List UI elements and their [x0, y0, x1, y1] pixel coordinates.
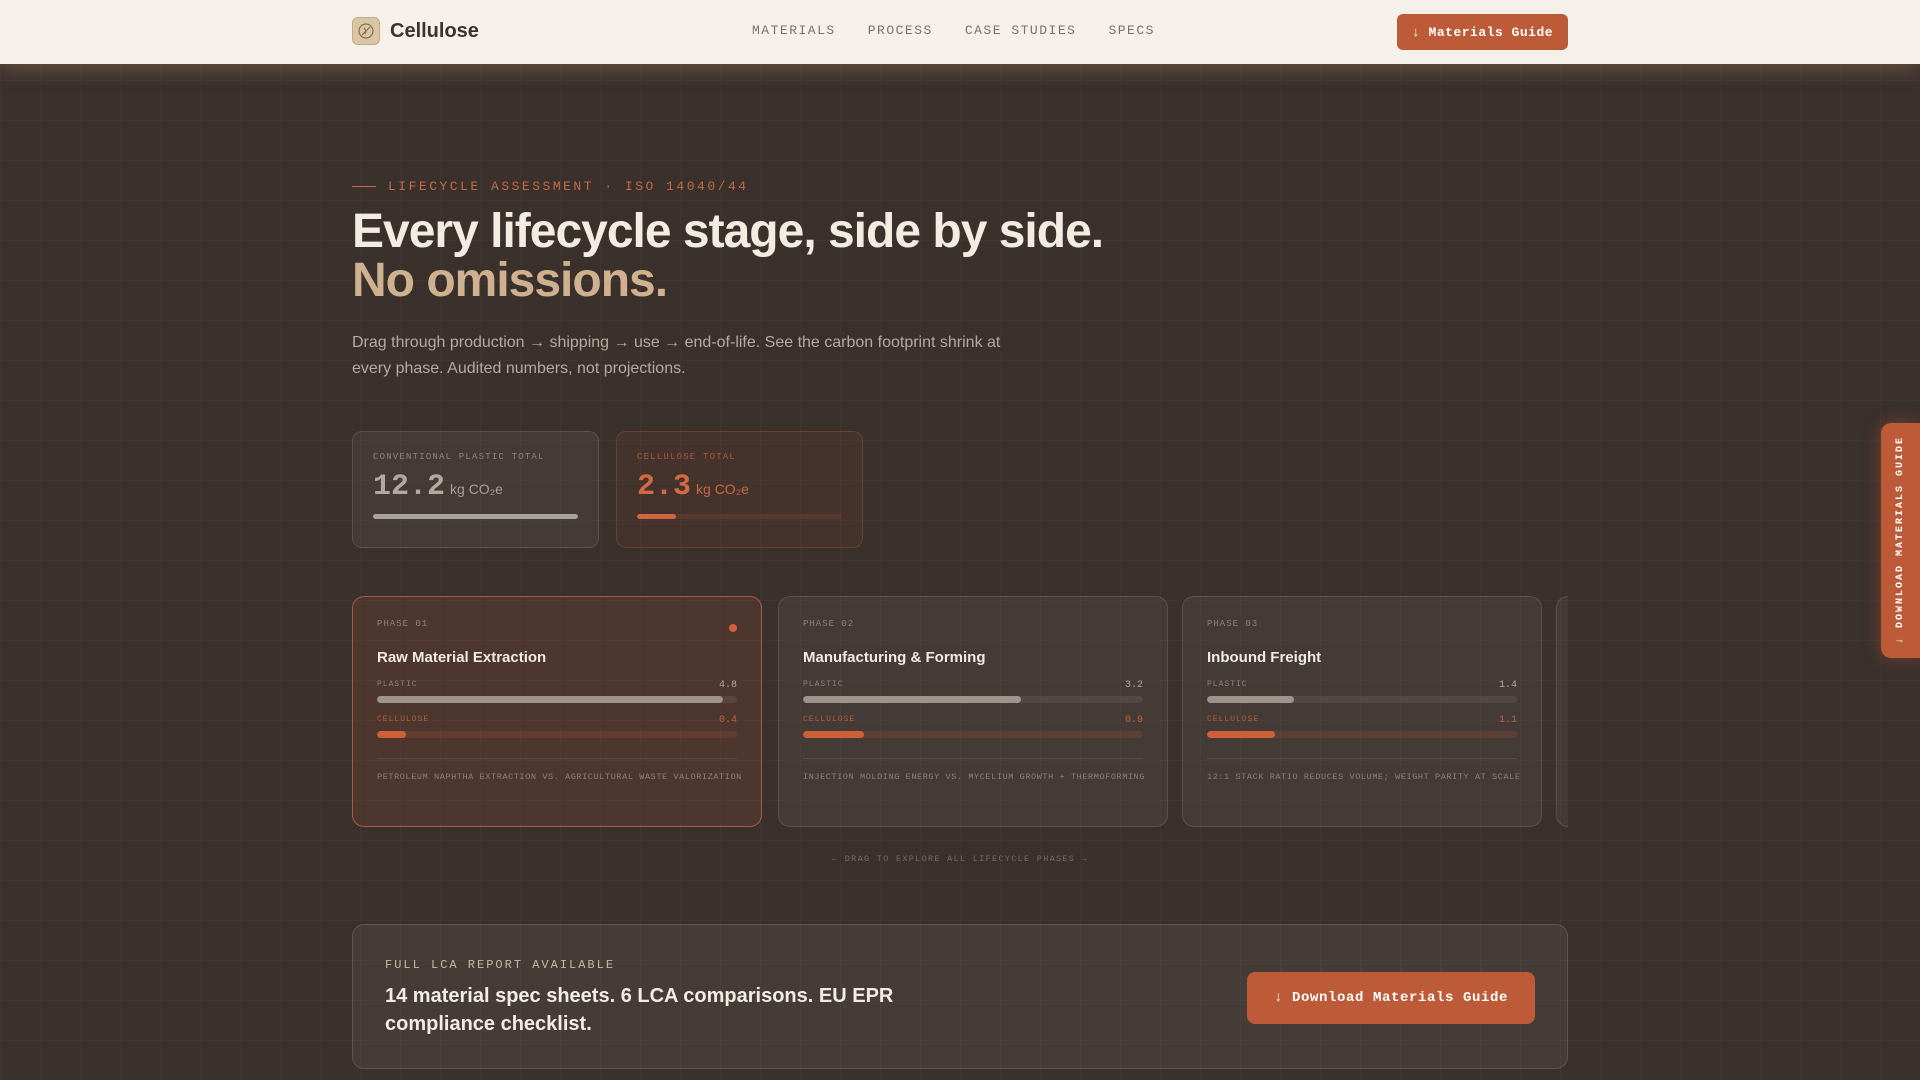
hero-title-accent: No omissions. — [352, 254, 668, 307]
plastic-label: PLASTIC — [377, 680, 418, 689]
nav-link-case-studies[interactable]: CASE STUDIES — [965, 23, 1077, 38]
phase-card-01[interactable]: PHASE 01 Raw Material Extraction PLASTIC… — [352, 596, 762, 827]
plastic-metric-head: PLASTIC 3.2 — [803, 680, 1143, 691]
cellulose-metric-head: CELLULOSE 1.1 — [1207, 715, 1517, 726]
drag-hint: ← DRAG TO EXPLORE ALL LIFECYCLE PHASES → — [831, 854, 1089, 864]
nav-links: MATERIALS PROCESS CASE STUDIES SPECS — [752, 23, 1155, 38]
hero-lead: Drag through production → shipping → use… — [352, 334, 1001, 377]
cellulose-value: 1.1 — [1498, 715, 1517, 726]
plastic-bar — [377, 696, 737, 703]
phase-title: Inbound Freight — [1207, 649, 1322, 666]
cellulose-metric-head: CELLULOSE 0.4 — [377, 715, 737, 726]
cellulose-label: CELLULOSE — [377, 715, 430, 724]
cellulose-total-value-row: 2.3 kg CO₂e — [637, 470, 842, 504]
side-tab-label: ↓ DOWNLOAD MATERIALS GUIDE — [1895, 436, 1906, 645]
plastic-value: 3.2 — [1124, 680, 1143, 691]
cellulose-metric: CELLULOSE 0.4 — [377, 715, 737, 738]
plastic-bar-fill — [377, 696, 723, 703]
plastic-metric-head: PLASTIC 1.4 — [1207, 680, 1517, 691]
cellulose-value: 0.9 — [1124, 715, 1143, 726]
lca-report-cta: FULL LCA REPORT AVAILABLE 14 material sp… — [352, 924, 1568, 1069]
phase-card-02[interactable]: PHASE 02 Manufacturing & Forming PLASTIC… — [778, 596, 1168, 827]
plastic-total-unit: kg CO₂e — [450, 481, 503, 497]
top-nav: Cellulose MATERIALS PROCESS CASE STUDIES… — [0, 0, 1920, 64]
cellulose-label: CELLULOSE — [1207, 715, 1260, 724]
phase-number: PHASE 01 — [377, 619, 429, 629]
hero-eyebrow: LIFECYCLE ASSESSMENT · ISO 14040/44 — [352, 179, 749, 194]
cellulose-bar — [377, 731, 737, 738]
cellulose-bar — [803, 731, 1143, 738]
phase-card-next-partial[interactable] — [1556, 596, 1568, 827]
phase-note: 12:1 STACK RATIO REDUCES VOLUME; WEIGHT … — [1207, 758, 1520, 782]
plastic-bar-fill — [1207, 696, 1294, 703]
phase-number: PHASE 03 — [1207, 619, 1259, 629]
plastic-bar — [803, 696, 1143, 703]
cellulose-label: CELLULOSE — [803, 715, 856, 724]
plastic-total-card: CONVENTIONAL PLASTIC TOTAL 12.2 kg CO₂e — [352, 431, 599, 548]
cellulose-total-unit: kg CO₂e — [696, 481, 749, 497]
cellulose-metric: CELLULOSE 1.1 — [1207, 715, 1517, 738]
cellulose-bar-fill — [377, 731, 406, 738]
download-side-tab[interactable]: ↓ DOWNLOAD MATERIALS GUIDE — [1881, 423, 1920, 658]
phase-title: Raw Material Extraction — [377, 649, 547, 666]
plastic-label: PLASTIC — [803, 680, 844, 689]
materials-guide-button[interactable]: ↓ Materials Guide — [1397, 14, 1568, 50]
plastic-total-fill — [373, 514, 578, 519]
cellulose-total-card: CELLULOSE TOTAL 2.3 kg CO₂e — [616, 431, 863, 548]
phase-card-03[interactable]: PHASE 03 Inbound Freight PLASTIC 1.4 CEL… — [1182, 596, 1542, 827]
cellulose-bar-fill — [1207, 731, 1276, 738]
plastic-metric: PLASTIC 1.4 — [1207, 680, 1517, 703]
cellulose-total-value: 2.3 — [637, 470, 692, 504]
leaf-logo-icon — [352, 17, 380, 45]
download-materials-guide-button[interactable]: ↓ Download Materials Guide — [1247, 972, 1535, 1024]
brand-name: Cellulose — [390, 19, 479, 42]
plastic-total-label: CONVENTIONAL PLASTIC TOTAL — [373, 452, 545, 462]
nav-link-specs[interactable]: SPECS — [1108, 23, 1155, 38]
nav-link-process[interactable]: PROCESS — [868, 23, 933, 38]
plastic-metric: PLASTIC 3.2 — [803, 680, 1143, 703]
cellulose-bar — [1207, 731, 1517, 738]
hero-title: Every lifecycle stage, side by side. — [352, 205, 1104, 258]
cellulose-total-bar — [637, 514, 842, 519]
brand-logo[interactable]: Cellulose — [352, 17, 479, 45]
cellulose-total-fill — [637, 514, 676, 519]
plastic-label: PLASTIC — [1207, 680, 1248, 689]
cellulose-total-label: CELLULOSE TOTAL — [637, 452, 737, 462]
active-dot-icon — [729, 624, 737, 632]
plastic-total-bar — [373, 514, 578, 519]
plastic-metric: PLASTIC 4.8 — [377, 680, 737, 703]
plastic-total-value: 12.2 — [373, 470, 446, 504]
phase-number: PHASE 02 — [803, 619, 855, 629]
cellulose-metric: CELLULOSE 0.9 — [803, 715, 1143, 738]
plastic-value: 4.8 — [718, 680, 737, 691]
eyebrow-text: LIFECYCLE ASSESSMENT · ISO 14040/44 — [388, 179, 749, 194]
phase-note: INJECTION MOLDING ENERGY VS. MYCELIUM GR… — [803, 758, 1144, 782]
eyebrow-rule — [352, 186, 376, 187]
phase-note: PETROLEUM NAPHTHA EXTRACTION VS. AGRICUL… — [377, 758, 741, 782]
plastic-metric-head: PLASTIC 4.8 — [377, 680, 737, 691]
phase-carousel[interactable]: PHASE 01 Raw Material Extraction PLASTIC… — [352, 596, 1568, 827]
plastic-value: 1.4 — [1498, 680, 1517, 691]
plastic-total-value-row: 12.2 kg CO₂e — [373, 470, 578, 504]
cellulose-metric-head: CELLULOSE 0.9 — [803, 715, 1143, 726]
phase-title: Manufacturing & Forming — [803, 649, 986, 666]
cellulose-bar-fill — [803, 731, 865, 738]
nav-link-materials[interactable]: MATERIALS — [752, 23, 836, 38]
plastic-bar-fill — [803, 696, 1021, 703]
cta-headline: 14 material spec sheets. 6 LCA compariso… — [385, 985, 894, 1035]
cta-eyebrow: FULL LCA REPORT AVAILABLE — [385, 958, 616, 972]
cellulose-value: 0.4 — [718, 715, 737, 726]
plastic-bar — [1207, 696, 1517, 703]
